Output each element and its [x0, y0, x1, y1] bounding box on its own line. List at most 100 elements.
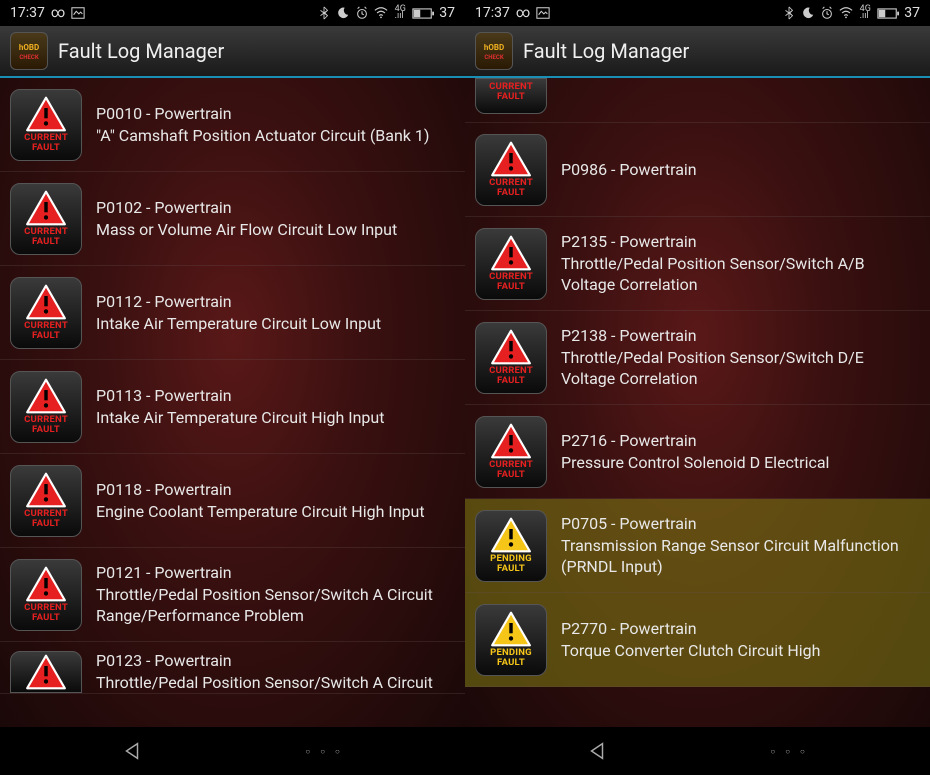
- fault-current-icon: CURRENTFAULT: [10, 371, 82, 443]
- fault-list-left[interactable]: CURRENTFAULT P0010 - Powertrain "A" Cams…: [0, 78, 465, 727]
- fault-icon-label: CURRENTFAULT: [24, 415, 68, 436]
- moon-icon: [801, 6, 815, 20]
- battery-icon: [412, 6, 434, 20]
- right-phone: 17:37 ∞ 4G.ııl 37 hOBD CHECK Fault Log M…: [465, 0, 930, 775]
- nav-bar: ○ ○ ○: [0, 727, 465, 775]
- status-infinity: ∞: [516, 5, 530, 21]
- fault-text: P0121 - Powertrain Throttle/Pedal Positi…: [96, 562, 455, 627]
- fault-text: P2716 - Powertrain Pressure Control Sole…: [561, 430, 920, 473]
- fault-icon-label: PENDINGFAULT: [490, 554, 532, 575]
- left-phone: 17:37 ∞ 4G.ııl 37: [0, 0, 465, 775]
- fault-icon-label: CURRENTFAULT: [24, 509, 68, 530]
- signal-icon: 4G.ııl: [858, 6, 872, 20]
- fault-description: Throttle/Pedal Position Sensor/Switch A …: [96, 584, 455, 627]
- fault-list-right[interactable]: CURRENTFAULT CURRENTFAULT P0986 - Powert…: [465, 78, 930, 727]
- fault-code: P0986 - Powertrain: [561, 159, 920, 181]
- fault-text: P0118 - Powertrain Engine Coolant Temper…: [96, 479, 455, 522]
- fault-current-icon: CURRENTFAULT: [10, 183, 82, 255]
- fault-description: Engine Coolant Temperature Circuit High …: [96, 501, 455, 523]
- recent-apps-button[interactable]: ○ ○ ○: [305, 747, 343, 756]
- fault-current-icon: [10, 651, 82, 693]
- fault-current-icon: CURRENTFAULT: [475, 416, 547, 488]
- fault-current-icon: CURRENTFAULT: [10, 89, 82, 161]
- fault-current-icon: CURRENTFAULT: [475, 228, 547, 300]
- fault-item[interactable]: CURRENTFAULT P0102 - Powertrain Mass or …: [0, 172, 465, 266]
- fault-description: "A" Camshaft Position Actuator Circuit (…: [96, 125, 455, 147]
- fault-text: P0123 - Powertrain Throttle/Pedal Positi…: [96, 650, 455, 693]
- fault-text: P2135 - Powertrain Throttle/Pedal Positi…: [561, 231, 920, 296]
- fault-item[interactable]: CURRENTFAULT P0121 - Powertrain Throttle…: [0, 548, 465, 642]
- fault-code: P0118 - Powertrain: [96, 479, 455, 501]
- fault-description: Throttle/Pedal Position Sensor/Switch A/…: [561, 253, 920, 296]
- fault-icon-label: CURRENTFAULT: [24, 133, 68, 154]
- picture-icon: [536, 6, 550, 20]
- signal-icon: 4G.ııl: [393, 6, 407, 20]
- app-header: hOBD CHECK Fault Log Manager: [0, 26, 465, 78]
- fault-item[interactable]: CURRENTFAULT P0118 - Powertrain Engine C…: [0, 454, 465, 548]
- back-button[interactable]: [586, 740, 608, 762]
- fault-current-icon: CURRENTFAULT: [10, 277, 82, 349]
- app-logo-icon: hOBD CHECK: [475, 32, 513, 70]
- fault-item[interactable]: P0123 - Powertrain Throttle/Pedal Positi…: [0, 642, 465, 694]
- fault-item[interactable]: CURRENTFAULT P0112 - Powertrain Intake A…: [0, 266, 465, 360]
- fault-item[interactable]: CURRENTFAULT P2716 - Powertrain Pressure…: [465, 405, 930, 499]
- fault-item[interactable]: CURRENTFAULT P0010 - Powertrain "A" Cams…: [0, 78, 465, 172]
- fault-code: P2716 - Powertrain: [561, 430, 920, 452]
- fault-description: Throttle/Pedal Position Sensor/Switch D/…: [561, 347, 920, 390]
- status-bar: 17:37 ∞ 4G.ııl 37: [465, 0, 930, 26]
- fault-code: P0112 - Powertrain: [96, 291, 455, 313]
- fault-code: P2135 - Powertrain: [561, 231, 920, 253]
- status-bar: 17:37 ∞ 4G.ııl 37: [0, 0, 465, 26]
- fault-description: Pressure Control Solenoid D Electrical: [561, 452, 920, 474]
- fault-code: P2770 - Powertrain: [561, 618, 920, 640]
- fault-text: P2770 - Powertrain Torque Converter Clut…: [561, 618, 920, 661]
- fault-code: P0705 - Powertrain: [561, 513, 920, 535]
- status-time: 17:37: [475, 5, 510, 21]
- fault-item[interactable]: CURRENTFAULT P0986 - Powertrain: [465, 123, 930, 217]
- fault-text: P0112 - Powertrain Intake Air Temperatur…: [96, 291, 455, 334]
- fault-item[interactable]: CURRENTFAULT P2135 - Powertrain Throttle…: [465, 217, 930, 311]
- back-button[interactable]: [121, 740, 143, 762]
- fault-icon-label: PENDINGFAULT: [490, 648, 532, 669]
- battery-pct: 37: [439, 5, 455, 21]
- fault-item[interactable]: CURRENTFAULT P2138 - Powertrain Throttle…: [465, 311, 930, 405]
- bluetooth-icon: [317, 6, 331, 20]
- wifi-icon: [839, 6, 853, 20]
- fault-item[interactable]: CURRENTFAULT: [465, 78, 930, 123]
- status-time: 17:37: [10, 5, 45, 21]
- fault-text: P0102 - Powertrain Mass or Volume Air Fl…: [96, 197, 455, 240]
- fault-text: P0113 - Powertrain Intake Air Temperatur…: [96, 385, 455, 428]
- fault-current-icon: CURRENTFAULT: [475, 322, 547, 394]
- alarm-icon: [355, 6, 369, 20]
- app-logo-icon: hOBD CHECK: [10, 32, 48, 70]
- fault-code: P2138 - Powertrain: [561, 325, 920, 347]
- fault-description: Torque Converter Clutch Circuit High: [561, 640, 920, 662]
- moon-icon: [336, 6, 350, 20]
- fault-description: Throttle/Pedal Position Sensor/Switch A …: [96, 672, 455, 694]
- app-header: hOBD CHECK Fault Log Manager: [465, 26, 930, 78]
- fault-pending-icon: PENDINGFAULT: [475, 604, 547, 676]
- fault-item[interactable]: PENDINGFAULT P2770 - Powertrain Torque C…: [465, 593, 930, 687]
- fault-text: P2138 - Powertrain Throttle/Pedal Positi…: [561, 325, 920, 390]
- fault-icon-label: CURRENTFAULT: [489, 460, 533, 481]
- wifi-icon: [374, 6, 388, 20]
- fault-code: P0102 - Powertrain: [96, 197, 455, 219]
- fault-text: P0010 - Powertrain "A" Camshaft Position…: [96, 103, 455, 146]
- fault-icon-label: CURRENTFAULT: [489, 366, 533, 387]
- app-title: Fault Log Manager: [58, 39, 224, 63]
- fault-icon-label: CURRENTFAULT: [24, 227, 68, 248]
- fault-description: Intake Air Temperature Circuit High Inpu…: [96, 407, 455, 429]
- alarm-icon: [820, 6, 834, 20]
- fault-current-icon: CURRENTFAULT: [475, 78, 547, 114]
- fault-item[interactable]: CURRENTFAULT P0113 - Powertrain Intake A…: [0, 360, 465, 454]
- fault-item[interactable]: PENDINGFAULT P0705 - Powertrain Transmis…: [465, 499, 930, 593]
- fault-description: Mass or Volume Air Flow Circuit Low Inpu…: [96, 219, 455, 241]
- fault-current-icon: CURRENTFAULT: [10, 559, 82, 631]
- fault-icon-label: CURRENTFAULT: [24, 321, 68, 342]
- status-infinity: ∞: [51, 5, 65, 21]
- recent-apps-button[interactable]: ○ ○ ○: [770, 747, 808, 756]
- bluetooth-icon: [782, 6, 796, 20]
- picture-icon: [71, 6, 85, 20]
- fault-icon-label: CURRENTFAULT: [489, 178, 533, 199]
- fault-icon-label: CURRENTFAULT: [489, 82, 533, 103]
